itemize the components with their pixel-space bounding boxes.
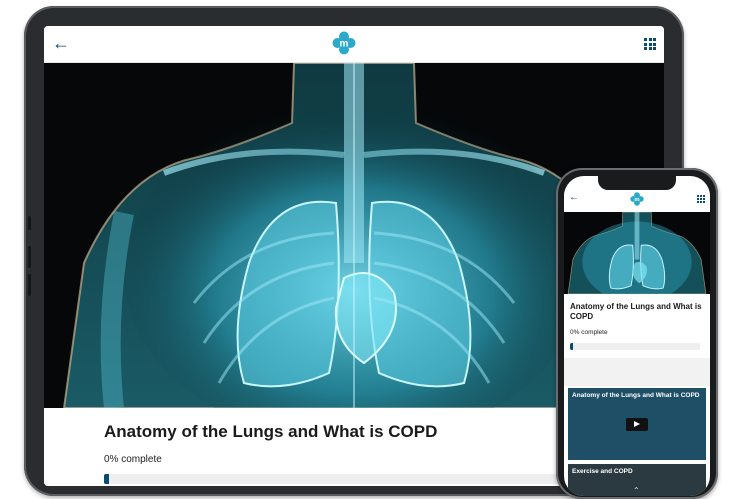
lesson-card[interactable]: Anatomy of the Lungs and What is COPD [568, 388, 706, 460]
course-title: Anatomy of the Lungs and What is COPD [570, 302, 702, 321]
progress-bar-fill [104, 474, 110, 484]
course-title: Anatomy of the Lungs and What is COPD [104, 422, 438, 441]
lesson-card-title: Exercise and COPD [572, 468, 633, 475]
logo-letter: m [634, 197, 639, 203]
lungs-xray-illustration [564, 212, 710, 294]
app-logo-icon[interactable]: m [630, 192, 644, 206]
progress-bar [570, 343, 700, 350]
phone-device: ← m Anatomy of the Lungs and What is COP… [556, 168, 718, 499]
phone-screen: ← m Anatomy of the Lungs and What is COP… [564, 176, 710, 496]
top-bar: ← m [44, 26, 664, 63]
lesson-hero-image [564, 212, 710, 294]
play-icon[interactable] [626, 418, 648, 431]
tablet-side-button [28, 274, 31, 296]
grid-menu-icon[interactable] [697, 195, 705, 203]
app-logo-icon[interactable]: m [332, 31, 356, 55]
progress-label: 0% complete [570, 329, 608, 336]
logo-letter: m [340, 39, 349, 50]
lesson-card-title: Anatomy of the Lungs and What is COPD [572, 392, 700, 399]
progress-label: 0% complete [104, 454, 162, 465]
top-bar: ← m [564, 190, 710, 210]
grid-menu-icon[interactable] [644, 38, 656, 50]
tablet-side-button [28, 246, 31, 268]
section-divider [564, 358, 710, 386]
back-arrow-icon[interactable]: ← [52, 32, 70, 54]
back-arrow-icon[interactable]: ← [569, 192, 579, 203]
phone-notch [598, 176, 676, 190]
tablet-side-button [28, 216, 31, 230]
progress-bar-fill [570, 343, 573, 350]
chevron-up-icon[interactable]: ⌃ [633, 486, 640, 495]
progress-bar [104, 474, 624, 484]
